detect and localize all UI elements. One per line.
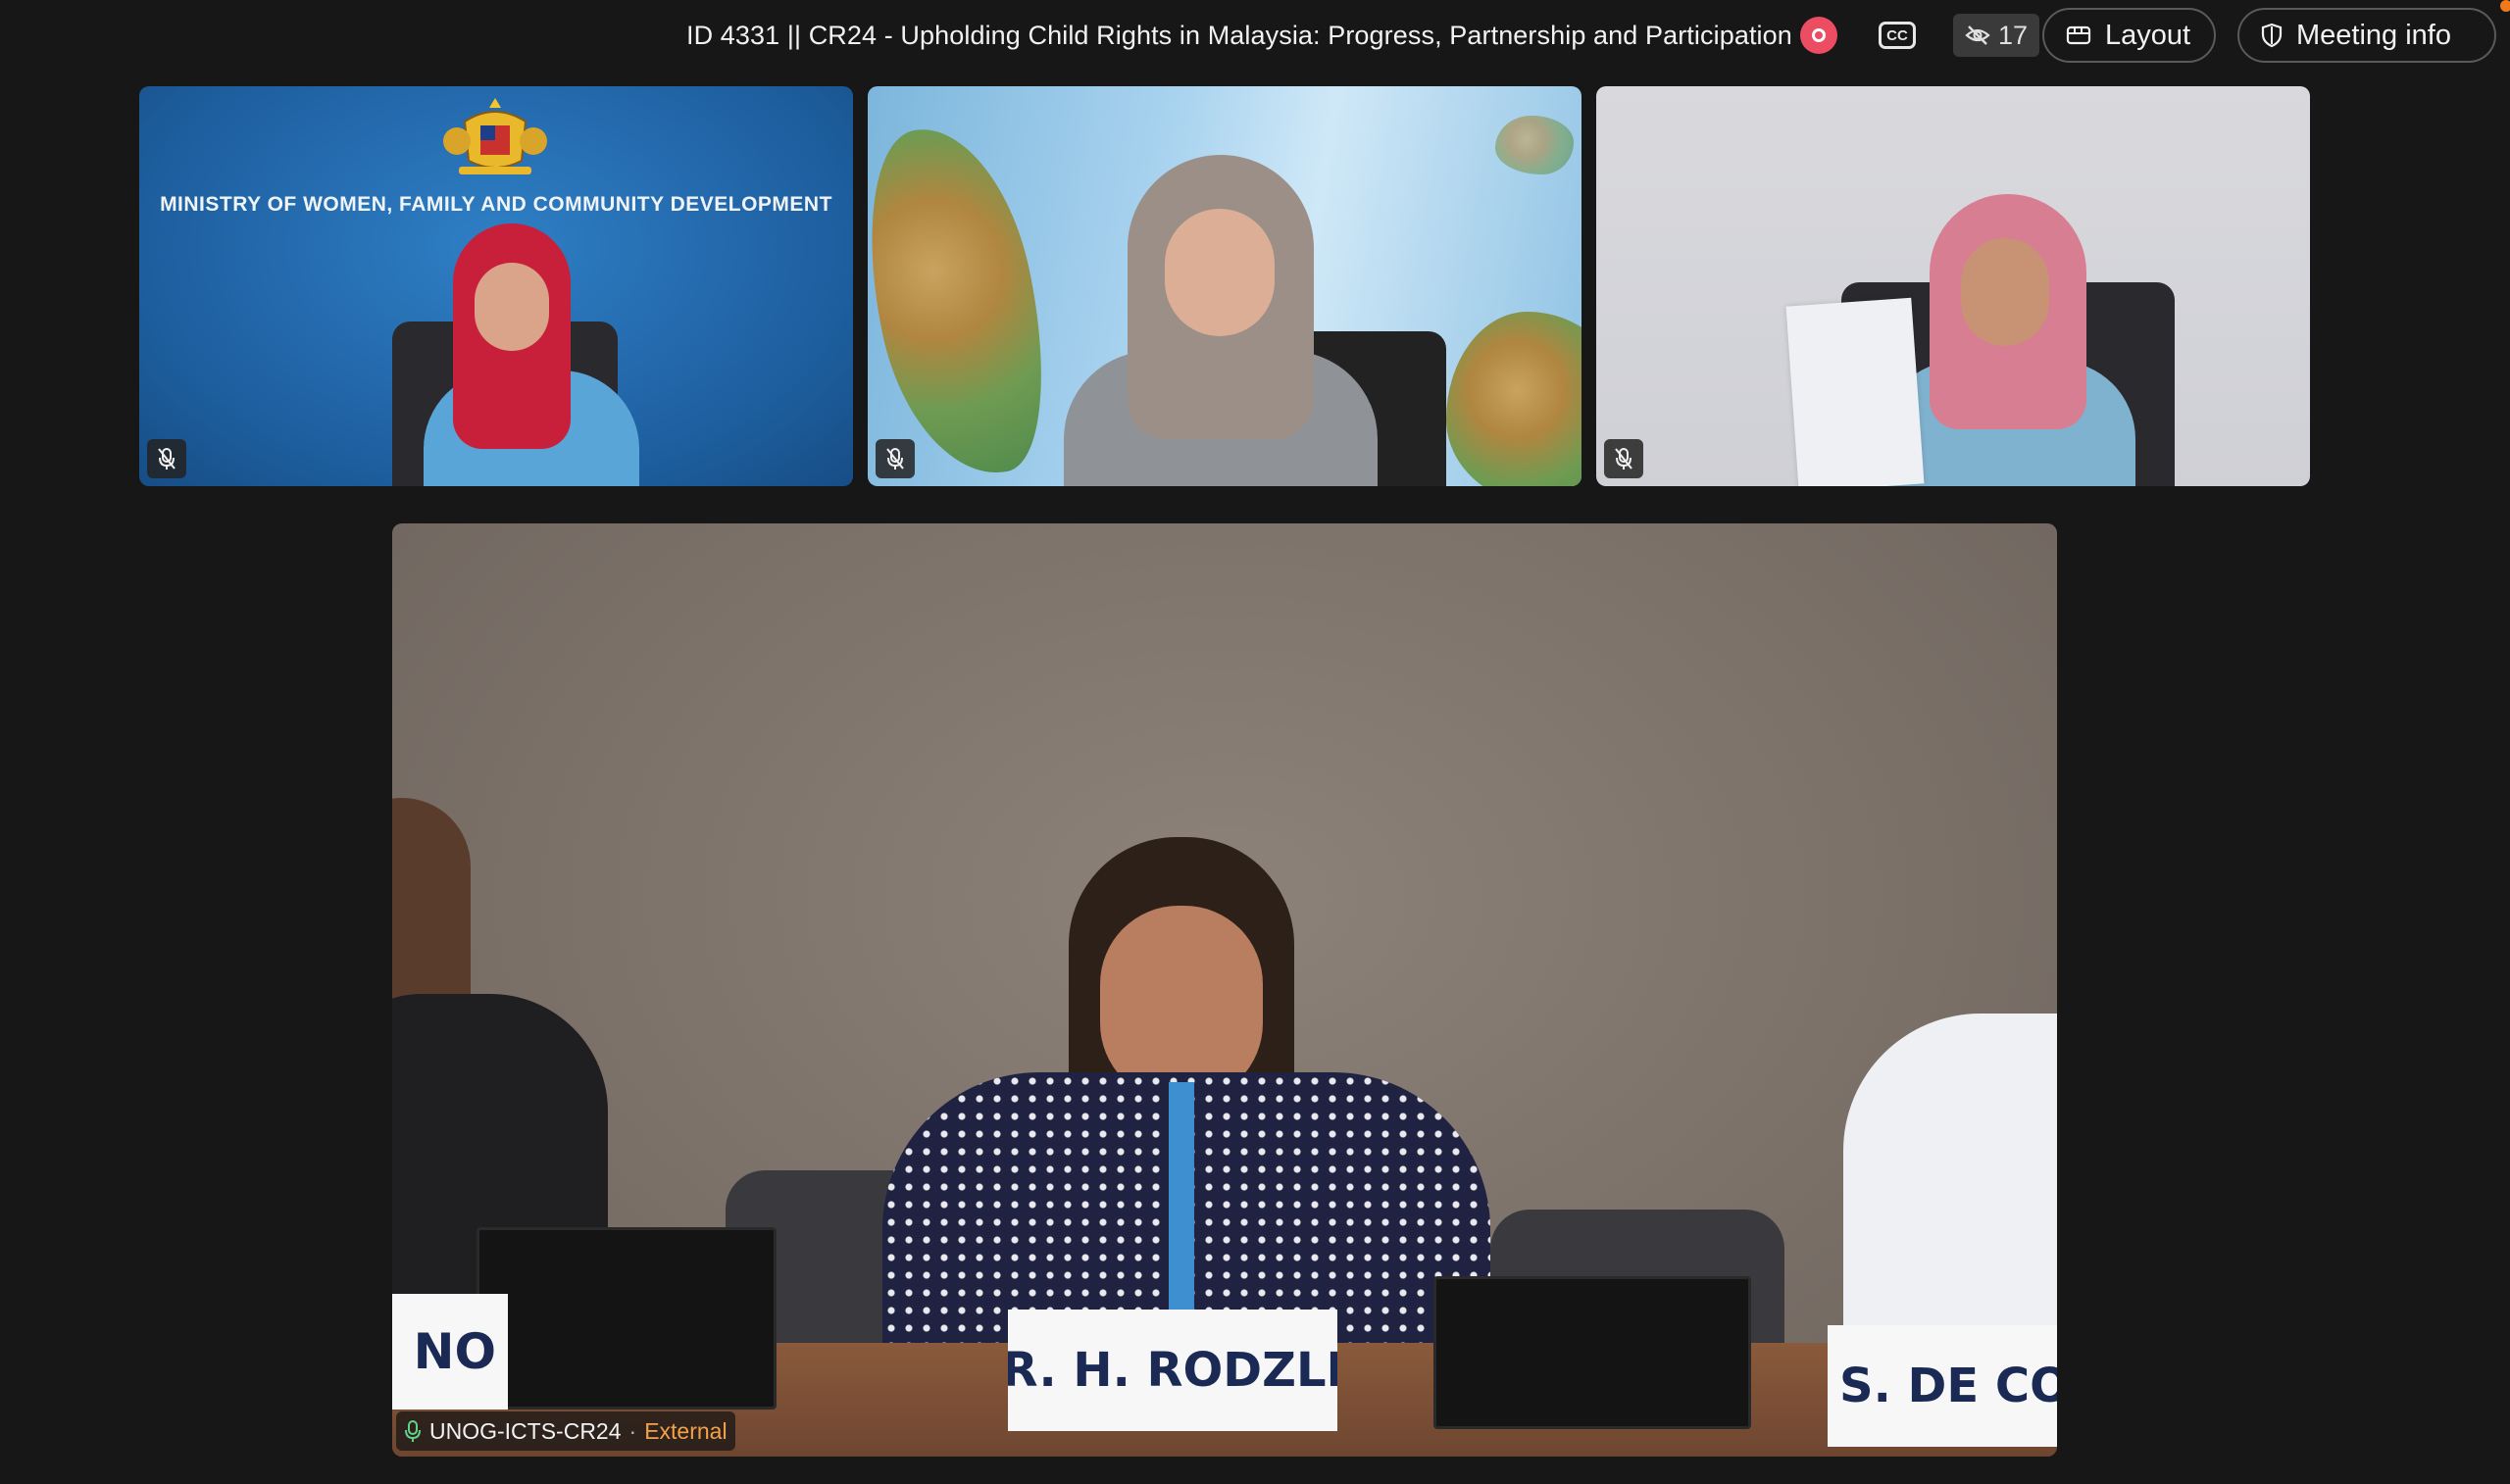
shield-icon [2261,23,2283,48]
meeting-info-label: Meeting info [2296,19,2451,51]
delegate-figure-center [882,837,1490,1366]
meeting-title: ID 4331 || CR24 - Upholding Child Rights… [686,21,1792,50]
source-separator: · [628,1417,637,1444]
participant-figure [355,223,639,486]
namecard-center: R. H. RODZLI [1008,1310,1337,1431]
top-bar: ID 4331 || CR24 - Upholding Child Rights… [0,0,2510,71]
hidden-eye-icon [1965,25,1990,45]
record-icon[interactable] [1800,17,1837,54]
layout-button[interactable]: Layout [2042,8,2216,63]
closed-captions-icon[interactable]: CC [1879,22,1916,49]
mic-muted-icon [147,439,186,478]
layout-label: Layout [2105,19,2191,51]
source-name: UNOG-ICTS-CR24 [429,1417,622,1444]
participant-tile-3[interactable] [1596,86,2310,486]
source-type: External [644,1417,728,1444]
participant-figure [1025,155,1397,486]
main-video-tile[interactable]: NO R. H. RODZLI S. DE CONI UNOG-ICTS-CR2… [392,523,2057,1457]
video-source-label: UNOG-ICTS-CR24 · External [396,1411,735,1451]
mic-muted-icon [876,439,915,478]
viewer-count-badge[interactable]: 17 [1953,14,2039,57]
desk-monitor [477,1227,777,1410]
notification-dot [2500,0,2510,12]
namecard-right: S. DE CONI [1828,1325,2057,1447]
participant-tile-1[interactable]: MINISTRY OF WOMEN, FAMILY AND COMMUNITY … [139,86,853,486]
mic-muted-icon [1604,439,1643,478]
viewer-count: 17 [1997,20,2029,50]
layout-icon [2066,25,2091,45]
ministry-backdrop-text: MINISTRY OF WOMEN, FAMILY AND COMMUNITY … [160,193,832,216]
coat-of-arms-logo [443,98,547,174]
namecard-left: NO [392,1294,508,1410]
paper-sheet [1785,297,1925,486]
desk-monitor [1433,1276,1751,1429]
participant-tile-2[interactable] [868,86,1581,486]
mic-active-icon [405,1420,421,1442]
captions-label: CC [1886,26,1908,44]
meeting-info-button[interactable]: Meeting info [2237,8,2496,63]
